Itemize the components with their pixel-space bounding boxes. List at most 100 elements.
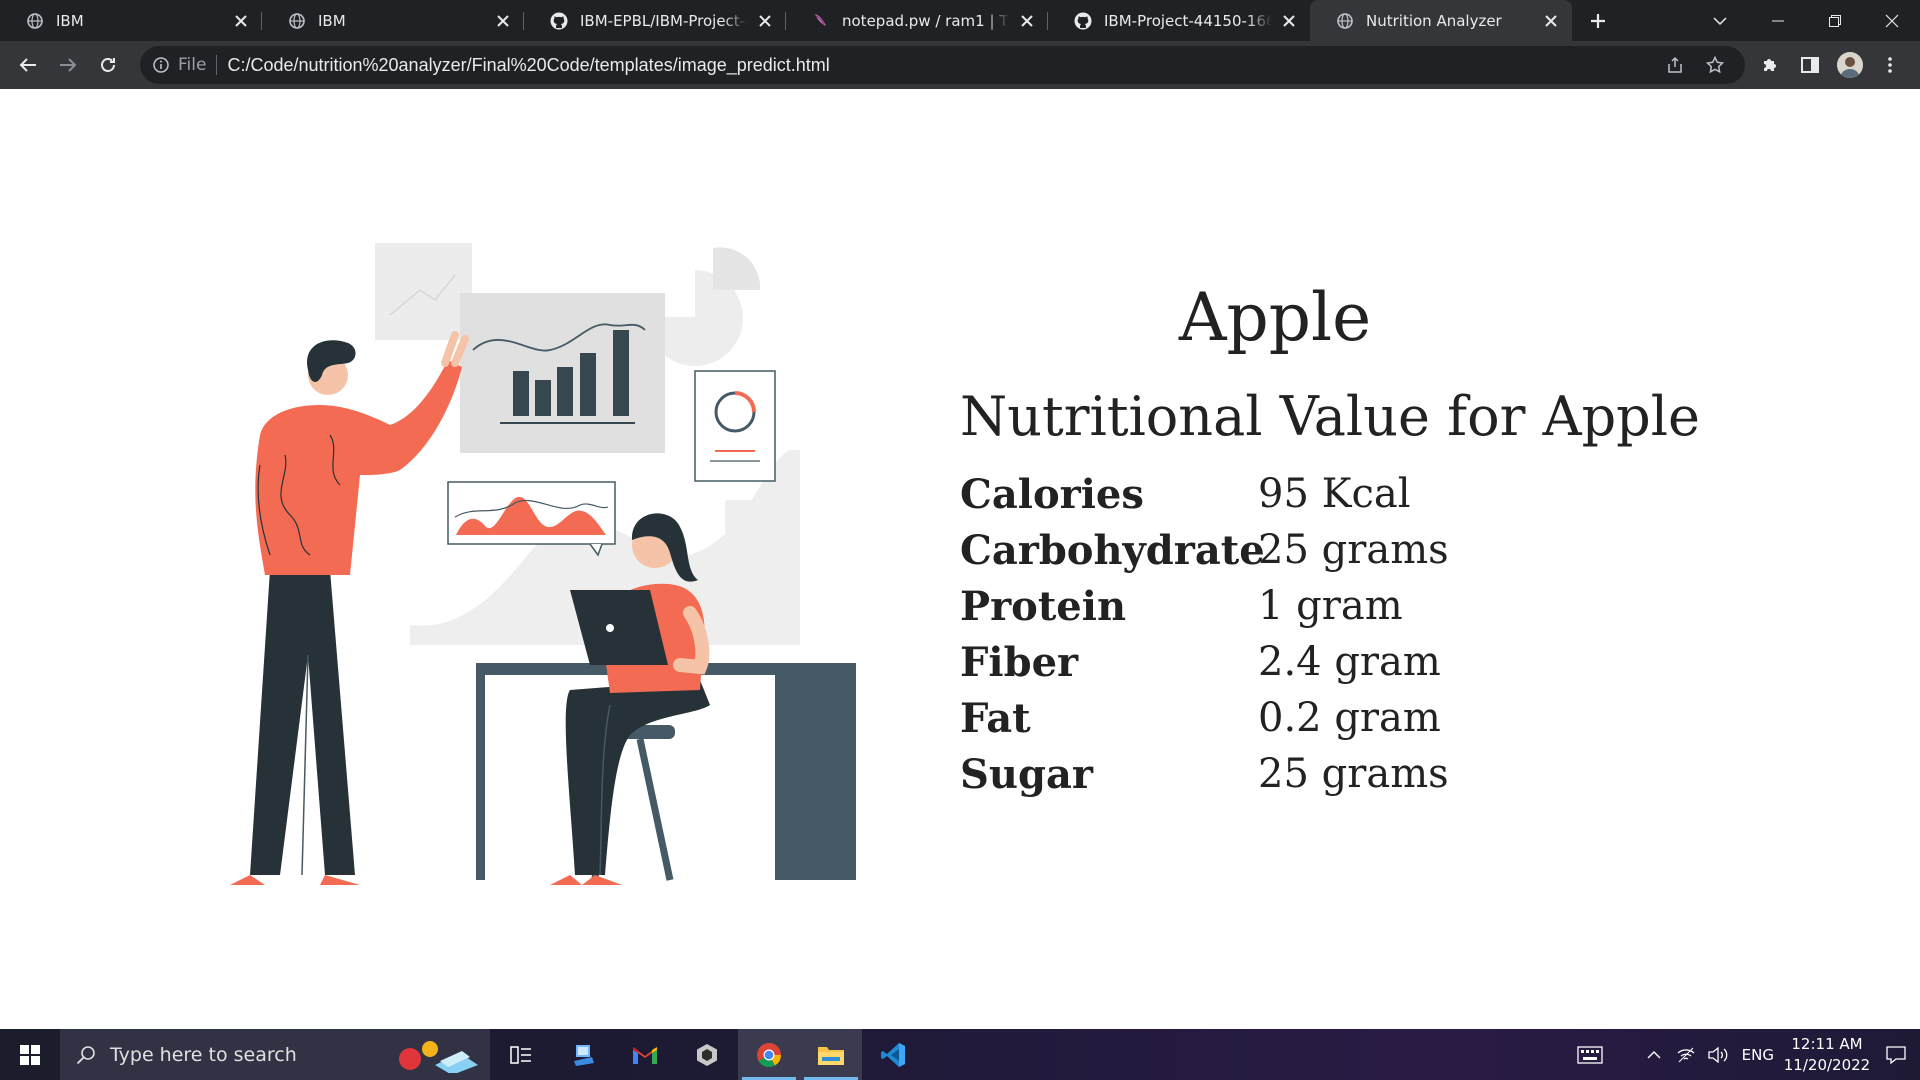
tab-3[interactable]: IBM-EPBL/IBM-Project-4418 [524,0,786,41]
menu-kebab-icon[interactable] [1870,45,1910,85]
tab-2[interactable]: IBM [262,0,524,41]
extensions-icon[interactable] [1750,45,1790,85]
tab-title: IBM-Project-44150-166072 [1104,11,1272,30]
nutrient-value: 25 grams [1258,751,1449,798]
tab-search-button[interactable] [1700,0,1740,41]
browser-toolbar: File C:/Code/nutrition%20analyzer/Final%… [0,41,1920,89]
close-tab-icon[interactable] [232,12,250,30]
unity-icon [697,1043,717,1066]
chevron-up-icon[interactable] [1638,1029,1670,1080]
food-name: Apple [1178,279,1372,356]
nutrient-value: 1 gram [1258,583,1403,630]
nutrient-label: Calories [960,470,1144,518]
nutrient-row-protein: Protein 1 gram [960,578,1720,634]
input-language[interactable]: ENG [1742,1046,1774,1064]
nutrient-row-fat: Fat 0.2 gram [960,690,1720,746]
volume-icon[interactable] [1702,1029,1734,1080]
chevron-down-icon [1713,16,1727,25]
tab-title: notepad.pw / ram1 | The na [842,11,1010,30]
clock-date: 11/20/2022 [1783,1055,1871,1074]
notifications-icon[interactable] [1872,1029,1920,1080]
url-text[interactable]: C:/Code/nutrition%20analyzer/Final%20Cod… [227,55,829,76]
bookmark-star-icon[interactable] [1695,46,1735,84]
restore-button[interactable] [1806,0,1863,41]
chrome-icon [757,1042,781,1067]
taskbar-app-chrome[interactable] [738,1029,800,1080]
system-tray: ENG 12:11 AM 11/20/2022 [1566,1029,1920,1080]
close-tab-icon[interactable] [1542,12,1560,30]
forward-button[interactable] [48,45,88,85]
reload-icon [101,58,115,72]
arrow-right-icon [60,58,77,72]
notepad-icon [812,12,830,30]
nutrient-row-calories: Calories 95 Kcal [960,466,1720,522]
github-icon [550,12,568,30]
taskbar-app-store[interactable] [552,1029,614,1080]
task-view-icon [510,1045,531,1064]
scheme-label: File [178,55,207,75]
globe-icon [288,12,306,30]
taskbar-search-box[interactable]: Type here to search [60,1029,490,1080]
nutrient-value: 2.4 gram [1258,639,1441,686]
nutrient-value: 25 grams [1258,527,1449,574]
taskbar-app-gmail[interactable] [614,1029,676,1080]
taskbar-app-unity[interactable] [676,1029,738,1080]
globe-icon [26,12,44,30]
arrow-left-icon [19,58,36,72]
tab-4[interactable]: notepad.pw / ram1 | The na [786,0,1048,41]
clock-time: 12:11 AM [1791,1034,1863,1053]
nutrient-row-sugar: Sugar 25 grams [960,746,1720,802]
profile-avatar[interactable] [1830,45,1870,85]
nutrient-label: Protein [960,582,1127,630]
address-bar[interactable]: File C:/Code/nutrition%20analyzer/Final%… [140,46,1745,84]
nutrition-subtitle: Nutritional Value for Apple [960,385,1700,448]
network-icon[interactable] [1670,1029,1702,1080]
close-window-button[interactable] [1863,0,1920,41]
hero-illustration [190,235,900,887]
plus-icon [1591,13,1605,28]
tab-6[interactable]: Nutrition Analyzer [1310,0,1572,41]
tab-5[interactable]: IBM-Project-44150-166072 [1048,0,1310,41]
back-button[interactable] [8,45,48,85]
gmail-icon [633,1046,657,1064]
clock[interactable]: 12:11 AM 11/20/2022 [1782,1034,1872,1076]
tab-title: IBM-EPBL/IBM-Project-4418 [580,11,748,30]
minimize-button[interactable] [1749,0,1806,41]
tab-title: IBM [318,11,346,30]
nutrition-table: Calories 95 Kcal Carbohydrate 25 grams P… [960,466,1720,802]
nutrient-label: Sugar [960,750,1093,798]
new-tab-button[interactable] [1578,0,1618,41]
tab-strip: IBM IBM IBM-EPBL/IBM-Project-4418 notepa… [0,0,1920,41]
windows-taskbar: Type here to search ENG 12:11 AM 11/20/2… [0,1029,1920,1080]
info-icon[interactable] [152,56,170,74]
close-tab-icon[interactable] [1018,12,1036,30]
github-icon [1074,12,1092,30]
close-tab-icon[interactable] [494,12,512,30]
nutrient-label: Fiber [960,638,1079,686]
nutrient-label: Fat [960,694,1031,742]
nutrient-row-carbohydrate: Carbohydrate 25 grams [960,522,1720,578]
nutrient-row-fiber: Fiber 2.4 gram [960,634,1720,690]
keyboard-icon[interactable] [1566,1029,1614,1080]
search-placeholder: Type here to search [110,1043,297,1066]
taskbar-app-vscode[interactable] [862,1029,924,1080]
reload-button[interactable] [88,45,128,85]
task-view-button[interactable] [490,1029,552,1080]
close-tab-icon[interactable] [756,12,774,30]
divider [216,55,218,75]
nutrient-label: Carbohydrate [960,526,1265,574]
globe-icon [1336,12,1354,30]
nutrition-result: Apple Nutritional Value for Apple Calori… [960,285,1720,802]
tab-1[interactable]: IBM [0,0,262,41]
file-explorer-icon [818,1046,844,1065]
taskbar-app-file-explorer[interactable] [800,1029,862,1080]
tab-title: IBM [56,11,84,30]
close-tab-icon[interactable] [1280,12,1298,30]
side-panel-icon[interactable] [1790,45,1830,85]
tab-title: Nutrition Analyzer [1366,11,1502,30]
share-icon[interactable] [1655,46,1695,84]
window-controls [1749,0,1920,41]
start-button[interactable] [0,1029,60,1080]
nutrient-value: 0.2 gram [1258,695,1441,742]
windows-logo-icon [20,1044,40,1065]
